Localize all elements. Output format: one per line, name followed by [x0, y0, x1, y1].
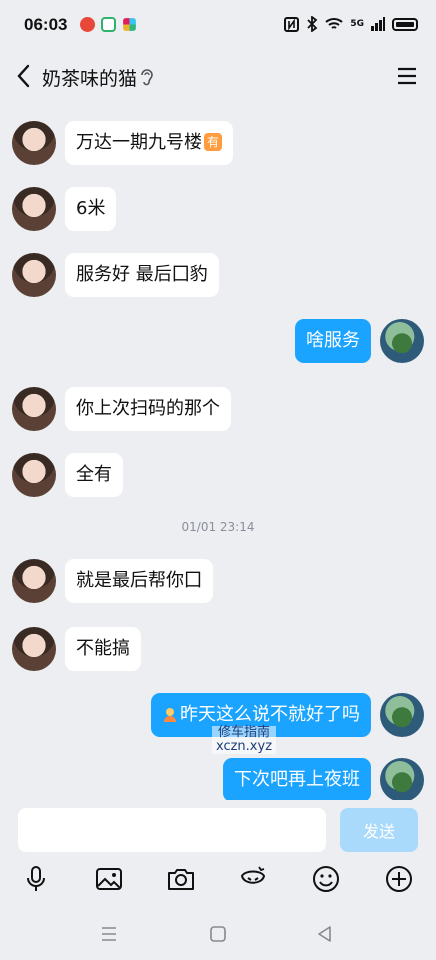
signal-icon [371, 17, 385, 31]
image-icon[interactable] [94, 864, 124, 894]
contact-avatar[interactable] [12, 453, 56, 497]
my-avatar[interactable] [380, 319, 424, 363]
message-incoming: 服务好 最后囗豹 [12, 253, 219, 297]
message-bubble[interactable]: 万达一期九号楼有 [65, 121, 234, 165]
notification-app-icon [101, 17, 116, 32]
ear-icon [141, 69, 153, 86]
watermark-line1: 修车指南 [218, 725, 271, 740]
battery-icon [392, 17, 418, 31]
notification-icons [80, 17, 137, 32]
chat-header: 奶茶味的猫 [0, 52, 436, 102]
message-bubble[interactable]: 服务好 最后囗豹 [65, 253, 219, 297]
contact-avatar[interactable] [12, 387, 56, 431]
message-outgoing: 啥服务 [295, 319, 424, 363]
message-bubble[interactable]: 不能搞 [65, 627, 141, 671]
back-arrow-icon[interactable] [12, 62, 36, 90]
status-time: 06:03 [24, 15, 68, 34]
my-avatar[interactable] [380, 693, 424, 737]
message-bubble[interactable]: 啥服务 [295, 319, 371, 363]
message-text: 万达一期九号楼 [76, 132, 202, 153]
status-bar: 06:03 5G [0, 0, 436, 52]
message-bubble[interactable]: 你上次扫码的那个 [65, 387, 231, 431]
watermark: 修车指南 xczn.xyz [212, 725, 277, 754]
system-nav-bar [0, 910, 436, 960]
message-input[interactable] [18, 808, 326, 852]
contact-avatar[interactable] [12, 253, 56, 297]
menu-icon[interactable] [396, 66, 418, 86]
contact-avatar[interactable] [12, 627, 56, 671]
chat-title[interactable]: 奶茶味的猫 [42, 64, 137, 91]
network-type: 5G [350, 19, 364, 29]
message-incoming: 6米 [12, 187, 117, 231]
message-timestamp: 01/01 23:14 [181, 520, 255, 534]
back-nav-icon[interactable] [315, 924, 335, 944]
microphone-icon[interactable] [21, 864, 51, 894]
message-incoming: 不能搞 [12, 627, 141, 671]
chat-toolbar [0, 860, 436, 900]
camera-icon[interactable] [166, 864, 196, 894]
input-bar: 发送 [0, 800, 436, 860]
person-emoji-icon [164, 708, 176, 722]
status-right: 5G [284, 16, 418, 32]
emoji-badge: 有 [204, 133, 223, 151]
emoji-icon[interactable] [311, 864, 341, 894]
wifi-icon [325, 18, 344, 29]
nfc-icon [284, 16, 300, 32]
effects-icon[interactable] [238, 864, 268, 894]
message-bubble[interactable]: 全有 [65, 453, 123, 497]
bluetooth-icon [307, 16, 318, 32]
home-icon[interactable] [208, 924, 228, 944]
message-outgoing: 昨天这么说不就好了吗 [151, 693, 424, 737]
message-incoming: 万达一期九号楼有 [12, 121, 234, 165]
contact-avatar[interactable] [12, 187, 56, 231]
notification-app-icon [80, 17, 95, 32]
send-button[interactable]: 发送 [340, 808, 418, 852]
message-incoming: 你上次扫码的那个 [12, 387, 231, 431]
message-bubble[interactable]: 就是最后帮你囗 [65, 559, 213, 603]
message-bubble[interactable]: 下次吧再上夜班 [223, 758, 371, 802]
my-avatar[interactable] [380, 758, 424, 802]
message-text: 昨天这么说不就好了吗 [180, 704, 360, 725]
contact-avatar[interactable] [12, 121, 56, 165]
recent-apps-icon[interactable] [99, 924, 119, 944]
message-bubble[interactable]: 6米 [65, 187, 117, 231]
message-incoming: 全有 [12, 453, 123, 497]
plus-icon[interactable] [384, 864, 414, 894]
message-outgoing: 下次吧再上夜班 [223, 758, 424, 802]
watermark-line2: xczn.xyz [216, 739, 273, 754]
message-incoming: 就是最后帮你囗 [12, 559, 213, 603]
slack-icon [123, 18, 136, 31]
contact-avatar[interactable] [12, 559, 56, 603]
